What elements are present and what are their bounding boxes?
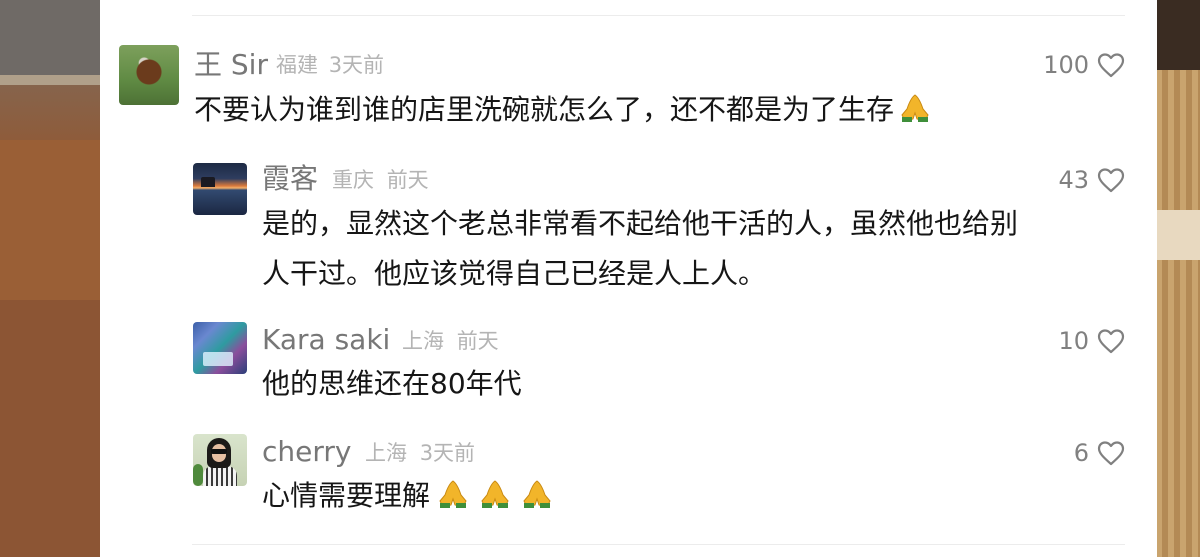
comment-line: 他的思维还在80年代 [262, 367, 522, 400]
avatar[interactable] [119, 45, 179, 105]
heart-outline-icon[interactable] [1097, 167, 1125, 193]
comment-location: 上海 [365, 441, 407, 465]
comment-author[interactable]: cherry [262, 435, 351, 469]
avatar[interactable] [193, 434, 247, 486]
avatar[interactable] [193, 322, 247, 374]
comment-line: 心情需要理解 [262, 479, 431, 512]
folded-hands-emoji [436, 478, 470, 521]
like-count: 10 [1058, 327, 1089, 355]
like-count: 100 [1043, 51, 1089, 79]
comment-time: 前天 [386, 168, 429, 192]
comment-author[interactable]: Kara saki [262, 323, 390, 357]
comment-location: 上海 [402, 329, 444, 353]
comment-time: 3天前 [419, 441, 476, 465]
folded-hands-emoji [898, 92, 932, 135]
comment-meta: 重庆 前天 [332, 167, 429, 193]
folded-hands-emoji [478, 478, 512, 521]
like-button[interactable]: 6 [1074, 439, 1125, 467]
background-video-left [0, 0, 100, 557]
comment-meta: 上海 3天前 [365, 440, 475, 466]
comment-line: 是的，显然这个老总非常看不起给他干活的人，虽然他也给别 [262, 207, 1019, 240]
comment-location: 福建 [276, 53, 318, 77]
comment-line: 人干过。他应该觉得自己已经是人上人。 [262, 257, 767, 290]
comment-location: 重庆 [332, 168, 374, 192]
heart-outline-icon[interactable] [1097, 440, 1125, 466]
comment-text: 不要认为谁到谁的店里洗碗就怎么了，还不都是为了生存 [194, 88, 932, 135]
comment-meta: 福建 3天前 [276, 52, 384, 78]
comment-author[interactable]: 霞客 [262, 162, 318, 196]
heart-outline-icon[interactable] [1097, 52, 1125, 78]
like-count: 6 [1073, 439, 1089, 467]
comment-meta: 上海 前天 [402, 328, 499, 354]
comment-author[interactable]: 王 Sir [194, 48, 268, 82]
comment-time: 3天前 [328, 53, 385, 77]
like-count: 43 [1058, 166, 1089, 194]
folded-hands-emoji [520, 478, 554, 521]
comment-time: 前天 [456, 329, 499, 353]
comment-sheet: 王 Sir 福建 3天前 100 不要认为谁到谁的店里洗碗就怎么了，还不都是为了… [100, 0, 1157, 557]
avatar[interactable] [193, 163, 247, 215]
like-button[interactable]: 100 [1043, 51, 1125, 79]
comment-text: 心情需要理解 [262, 474, 554, 521]
heart-outline-icon[interactable] [1097, 328, 1125, 354]
divider [192, 15, 1125, 16]
like-button[interactable]: 10 [1058, 327, 1125, 355]
comment-line: 不要认为谁到谁的店里洗碗就怎么了，还不都是为了生存 [194, 93, 895, 126]
background-video-right [1156, 0, 1200, 557]
like-button[interactable]: 43 [1058, 166, 1125, 194]
divider [192, 544, 1125, 545]
